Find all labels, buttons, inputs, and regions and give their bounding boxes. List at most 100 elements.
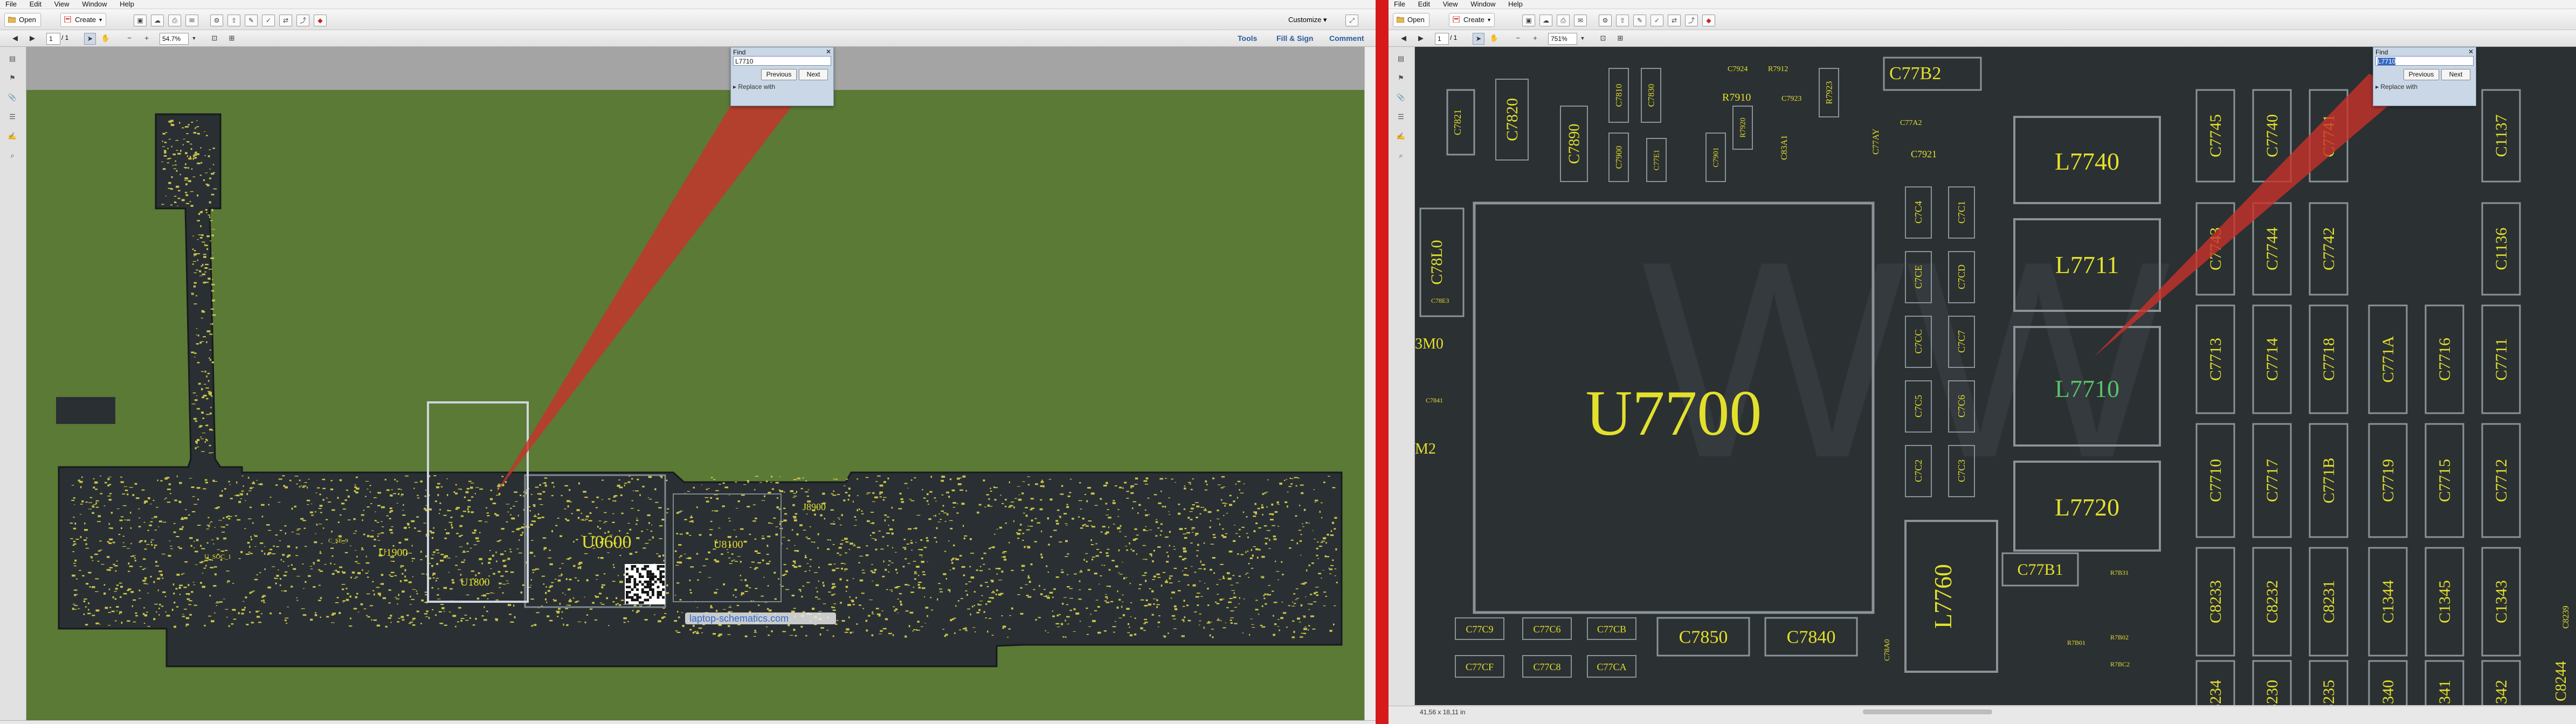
print-icon[interactable]: ⎙ bbox=[168, 15, 181, 26]
zoom-dropdown-icon[interactable]: ▼ bbox=[189, 33, 199, 44]
page-number-field[interactable]: 1 bbox=[46, 33, 60, 45]
settings-icon[interactable]: ⚙ bbox=[1599, 15, 1612, 26]
page-number-field[interactable]: 1 bbox=[1435, 33, 1449, 45]
print-icon[interactable]: ⎙ bbox=[1557, 15, 1570, 26]
tab-fill-sign[interactable]: Fill & Sign bbox=[1276, 33, 1313, 44]
attachments-icon[interactable]: 📎 bbox=[7, 92, 18, 103]
component-label: C7923 bbox=[1781, 95, 1801, 103]
expand-icon[interactable]: ⤢ bbox=[1345, 15, 1358, 26]
component-label: R7BC2 bbox=[2110, 660, 2130, 668]
close-icon[interactable]: ✕ bbox=[2468, 48, 2474, 55]
email-icon[interactable]: ✉ bbox=[1574, 15, 1587, 26]
upload-icon[interactable]: ⇪ bbox=[1616, 15, 1629, 26]
review-icon[interactable]: ✓ bbox=[1650, 15, 1663, 26]
signatures-icon[interactable]: ✍ bbox=[1396, 131, 1406, 142]
find-input[interactable]: L7710 bbox=[733, 56, 831, 66]
menu-view[interactable]: View bbox=[1438, 0, 1463, 9]
hand-tool-icon[interactable]: ✋ bbox=[1489, 33, 1500, 44]
bookmarks-icon[interactable]: ⚑ bbox=[1396, 73, 1406, 83]
save-icon[interactable]: ▣ bbox=[1522, 15, 1535, 26]
comment-icon[interactable]: ✎ bbox=[1633, 15, 1646, 26]
acrobat-icon[interactable]: ◆ bbox=[1702, 15, 1715, 26]
fit-width-icon[interactable]: ⊞ bbox=[1615, 33, 1626, 44]
fit-page-icon[interactable]: ⊡ bbox=[1598, 33, 1608, 44]
menu-edit[interactable]: Edit bbox=[1413, 0, 1435, 9]
acrobat-icon[interactable]: ◆ bbox=[314, 15, 327, 26]
menu-help[interactable]: Help bbox=[114, 0, 140, 9]
find-previous-button[interactable]: Previous bbox=[761, 69, 797, 80]
menu-file[interactable]: File bbox=[1389, 0, 1411, 9]
upload-icon[interactable]: ⇪ bbox=[227, 15, 240, 26]
zoom-dropdown-icon[interactable]: ▼ bbox=[1577, 33, 1588, 44]
replace-with-toggle[interactable]: ▸ Replace with bbox=[2375, 83, 2418, 90]
right-acrobat-window: File Edit View Window Help Open Create ▼… bbox=[1389, 0, 2576, 724]
tab-comment[interactable]: Comment bbox=[1329, 33, 1364, 44]
save-icon[interactable]: ▣ bbox=[134, 15, 147, 26]
menu-window[interactable]: Window bbox=[77, 0, 112, 9]
previous-page-icon[interactable]: ◀ bbox=[1398, 33, 1409, 44]
menu-file[interactable]: File bbox=[0, 0, 22, 9]
bookmarks-icon[interactable]: ⚑ bbox=[7, 73, 18, 83]
find-previous-button[interactable]: Previous bbox=[2404, 69, 2439, 80]
signatures-icon[interactable]: ✍ bbox=[7, 131, 18, 142]
menu-view[interactable]: View bbox=[49, 0, 75, 9]
replace-with-toggle[interactable]: ▸ Replace with bbox=[733, 83, 775, 90]
menu-edit[interactable]: Edit bbox=[24, 0, 47, 9]
navigation-toolbar: ◀ ▶ 1 / 1 ➤ ✋ − + 54.7% ▼ ⊡ ⊞ Tools Fill… bbox=[0, 30, 1376, 47]
export-icon[interactable]: ⤴ bbox=[1685, 15, 1698, 26]
share-icon[interactable]: ⇄ bbox=[279, 15, 292, 26]
find-input[interactable]: L7710 bbox=[2375, 56, 2474, 66]
cloud-icon[interactable]: ☁ bbox=[151, 15, 164, 26]
zoom-in-icon[interactable]: + bbox=[141, 33, 152, 44]
review-icon[interactable]: ✓ bbox=[262, 15, 275, 26]
zoom-field[interactable]: 751% bbox=[1548, 33, 1577, 45]
export-icon[interactable]: ⤴ bbox=[296, 15, 309, 26]
fit-width-icon[interactable]: ⊞ bbox=[226, 33, 237, 44]
create-button[interactable]: Create ▼ bbox=[1449, 13, 1495, 27]
document-view[interactable]: WW U7700 L7740 L7711 L7710 L7720 L7760 C… bbox=[1415, 47, 2576, 705]
hand-tool-icon[interactable]: ✋ bbox=[100, 33, 111, 44]
thumbnails-icon[interactable]: ▤ bbox=[1396, 53, 1406, 64]
layers-icon[interactable]: ☰ bbox=[7, 112, 18, 122]
qr-code bbox=[625, 564, 665, 604]
next-page-icon[interactable]: ▶ bbox=[1415, 33, 1426, 44]
zoom-in-icon[interactable]: + bbox=[1530, 33, 1541, 44]
create-button[interactable]: Create ▼ bbox=[60, 13, 107, 27]
zoom-field[interactable]: 54.7% bbox=[160, 33, 189, 45]
find-next-button[interactable]: Next bbox=[799, 69, 828, 80]
customize-menu[interactable]: Customize ▾ bbox=[1288, 16, 1327, 24]
email-icon[interactable]: ✉ bbox=[185, 15, 198, 26]
select-tool-icon[interactable]: ➤ bbox=[84, 33, 96, 45]
attachments-icon[interactable]: 📎 bbox=[1396, 92, 1406, 103]
close-icon[interactable]: ✕ bbox=[826, 48, 831, 55]
zoom-out-icon[interactable]: − bbox=[124, 33, 135, 44]
search-icon[interactable]: ⌕ bbox=[1396, 150, 1406, 161]
find-next-button[interactable]: Next bbox=[2441, 69, 2470, 80]
cse-label: C_SE_9 bbox=[328, 538, 348, 544]
component-label: C77B2 bbox=[1889, 64, 1941, 83]
search-icon[interactable]: ⌕ bbox=[7, 150, 18, 161]
thumbnails-icon[interactable]: ▤ bbox=[7, 53, 18, 64]
previous-page-icon[interactable]: ◀ bbox=[10, 33, 20, 44]
vertical-scrollbar[interactable] bbox=[1364, 47, 1376, 720]
horizontal-scrollbar-thumb[interactable] bbox=[1863, 709, 1992, 714]
share-icon[interactable]: ⇄ bbox=[1668, 15, 1681, 26]
cloud-icon[interactable]: ☁ bbox=[1539, 15, 1552, 26]
tab-tools[interactable]: Tools bbox=[1238, 33, 1257, 44]
capacitor-label: C7714 bbox=[2263, 338, 2281, 381]
component-label: R7B01 bbox=[2067, 639, 2085, 646]
zoom-out-icon[interactable]: − bbox=[1513, 33, 1523, 44]
settings-icon[interactable]: ⚙ bbox=[210, 15, 223, 26]
component-label: C7890 bbox=[1566, 124, 1583, 164]
layers-icon[interactable]: ☰ bbox=[1396, 112, 1406, 122]
open-button[interactable]: Open bbox=[1393, 13, 1429, 27]
document-view[interactable]: U0600 U8100 U1900 U1800 J8900 U_SOC_1 C_… bbox=[26, 47, 1364, 720]
next-page-icon[interactable]: ▶ bbox=[27, 33, 38, 44]
menu-window[interactable]: Window bbox=[1465, 0, 1501, 9]
comment-icon[interactable]: ✎ bbox=[245, 15, 258, 26]
capacitor-label: C7711 bbox=[2492, 338, 2510, 381]
fit-page-icon[interactable]: ⊡ bbox=[209, 33, 220, 44]
select-tool-icon[interactable]: ➤ bbox=[1473, 33, 1484, 45]
open-button[interactable]: Open bbox=[4, 13, 41, 27]
menu-help[interactable]: Help bbox=[1503, 0, 1528, 9]
